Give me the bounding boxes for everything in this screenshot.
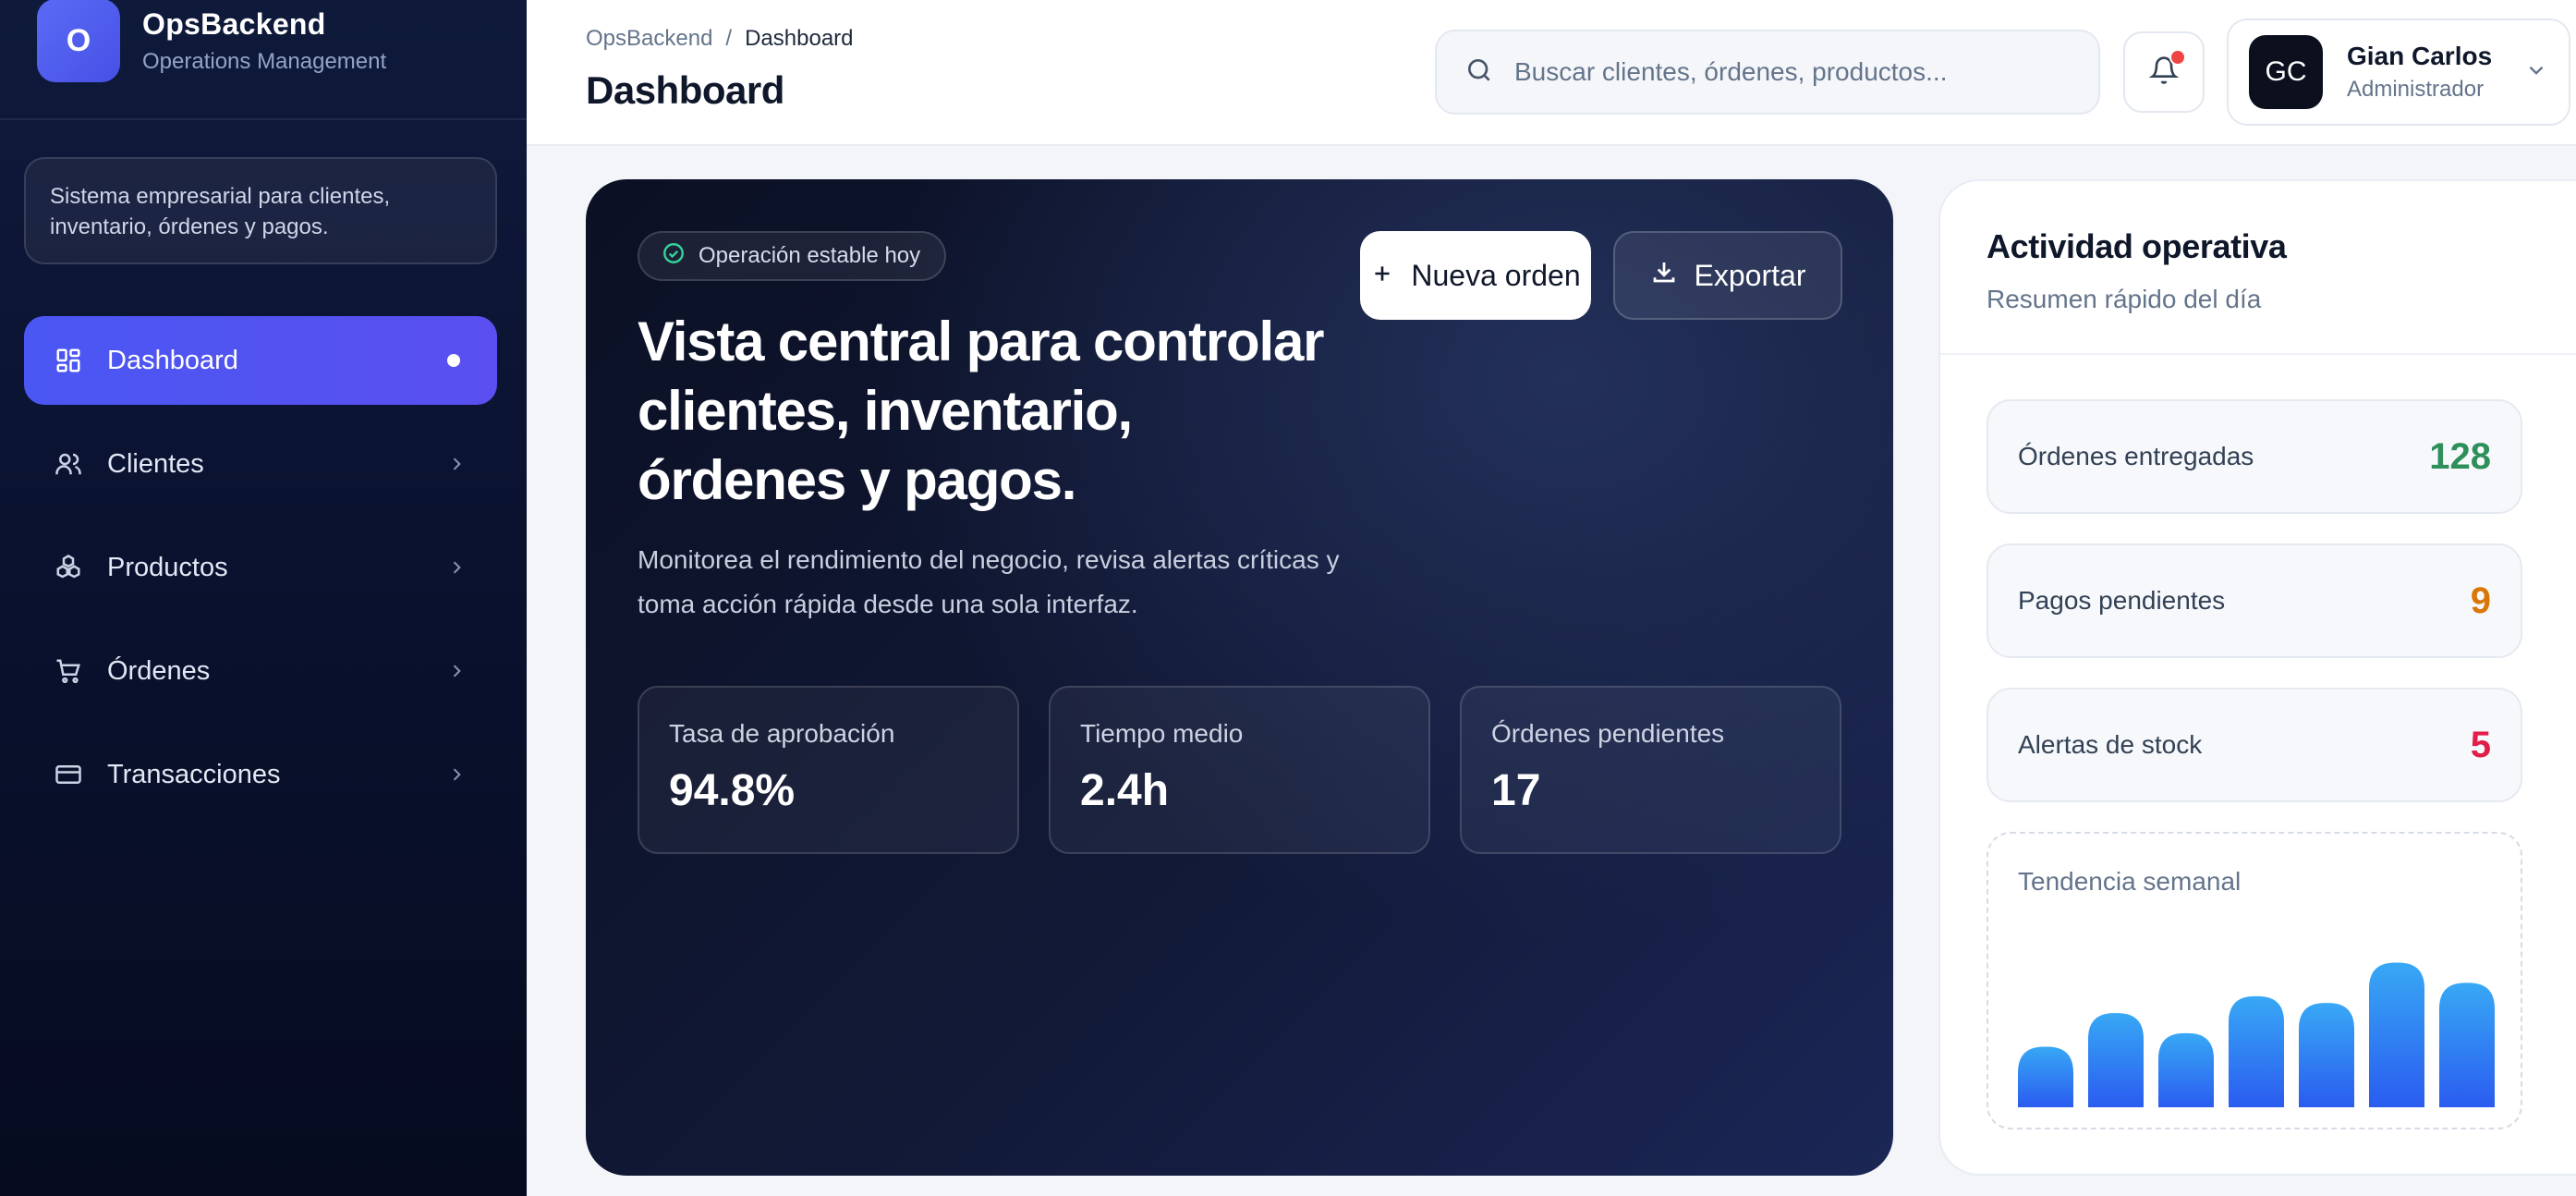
kpi-label: Órdenes pendientes	[1491, 719, 1725, 748]
trend-bar	[2229, 995, 2284, 1107]
stat-label: Alertas de stock	[2018, 730, 2203, 759]
panel-divider	[1940, 353, 2576, 355]
kpi-value: 2.4h	[1080, 766, 1170, 815]
sidebar-item-label: Productos	[107, 552, 228, 582]
trend-bar	[2299, 1003, 2354, 1107]
kpi-row: Tasa de aprobación 94.8% Tiempo medio 2.…	[638, 686, 1841, 854]
stat-value: 128	[2429, 435, 2491, 477]
sidebar-item-transacciones[interactable]: Transacciones	[24, 730, 497, 819]
brand[interactable]: O OpsBackend Operations Management	[37, 0, 386, 118]
sidebar-item-label: Transacciones	[107, 759, 281, 789]
sidebar-divider	[0, 118, 527, 120]
trend-bar	[2018, 1046, 2073, 1107]
status-badge-label: Operación estable hoy	[699, 243, 921, 268]
plus-icon	[1370, 259, 1394, 293]
sidebar-item-clientes[interactable]: Clientes	[24, 420, 497, 508]
user-name: Gian Carlos	[2347, 42, 2493, 70]
stat-delivered-orders: Órdenes entregadas 128	[1987, 399, 2522, 514]
stat-value: 9	[2470, 580, 2491, 621]
brand-subtitle: Operations Management	[142, 48, 387, 74]
hero-title: Vista central para controlar clientes, i…	[638, 311, 1324, 511]
user-menu[interactable]: GC Gian Carlos Administrador	[2227, 18, 2570, 126]
stat-value: 5	[2470, 724, 2491, 765]
breadcrumb-separator: /	[725, 26, 733, 51]
kpi-label: Tiempo medio	[1080, 719, 1244, 748]
check-circle-icon	[662, 241, 686, 272]
users-icon	[54, 449, 83, 479]
trend-title: Tendencia semanal	[2018, 867, 2242, 896]
download-icon	[1650, 258, 1678, 293]
kpi-value: 17	[1491, 766, 1541, 815]
activity-subtitle: Resumen rápido del día	[1987, 285, 2262, 313]
page-title: Dashboard	[586, 68, 784, 112]
avatar: GC	[2249, 35, 2323, 109]
cart-icon	[54, 656, 83, 686]
kpi-card-average-time: Tiempo medio 2.4h	[1049, 686, 1430, 854]
topbar: OpsBackend / Dashboard Dashboard GC Gian…	[527, 0, 2576, 146]
search-icon	[1464, 55, 1494, 90]
system-description: Sistema empresarial para clientes, inven…	[24, 157, 497, 264]
brand-logo: O	[37, 0, 120, 82]
sidebar-item-label: Clientes	[107, 448, 204, 479]
notifications-button[interactable]	[2123, 31, 2205, 113]
hero-card: Operación estable hoy Nueva orden Export…	[586, 179, 1893, 1176]
hero-description: Monitorea el rendimiento del negocio, re…	[638, 545, 1340, 618]
status-badge: Operación estable hoy	[638, 231, 947, 281]
chevron-right-icon	[445, 556, 468, 579]
grid-icon	[54, 346, 83, 375]
card-icon	[54, 760, 83, 789]
export-button[interactable]: Exportar	[1613, 231, 1842, 320]
active-dot	[447, 354, 460, 367]
user-role: Administrador	[2347, 77, 2485, 102]
sidebar-item-ordenes[interactable]: Órdenes	[24, 627, 497, 715]
activity-panel: Actividad operativa Resumen rápido del d…	[1938, 179, 2576, 1176]
trend-bar	[2088, 1013, 2144, 1107]
breadcrumb: OpsBackend / Dashboard	[586, 26, 854, 52]
stat-label: Pagos pendientes	[2018, 586, 2226, 615]
kpi-card-approval-rate: Tasa de aprobación 94.8%	[638, 686, 1019, 854]
brand-name: OpsBackend	[142, 6, 326, 41]
search-input[interactable]	[1514, 57, 2069, 87]
chevron-right-icon	[445, 763, 468, 786]
boxes-icon	[54, 553, 83, 582]
new-order-label: Nueva orden	[1411, 258, 1581, 292]
sidebar-item-dashboard[interactable]: Dashboard	[24, 316, 497, 405]
breadcrumb-root[interactable]: OpsBackend	[586, 26, 712, 52]
trend-bar	[2439, 982, 2495, 1107]
kpi-label: Tasa de aprobación	[669, 719, 895, 748]
export-label: Exportar	[1694, 258, 1806, 292]
trend-bar	[2158, 1032, 2214, 1107]
notification-badge	[2169, 49, 2186, 66]
stat-stock-alerts: Alertas de stock 5	[1987, 688, 2522, 802]
stat-pending-payments: Pagos pendientes 9	[1987, 543, 2522, 658]
weekly-trend-chart	[2018, 962, 2495, 1107]
stat-label: Órdenes entregadas	[2018, 442, 2254, 470]
kpi-value: 94.8%	[669, 766, 796, 815]
sidebar: O OpsBackend Operations Management Siste…	[0, 0, 527, 1196]
trend-bar	[2369, 962, 2424, 1107]
search-box[interactable]	[1435, 30, 2100, 115]
sidebar-nav: Dashboard Clientes Productos Órdenes Tra…	[24, 316, 497, 834]
breadcrumb-current: Dashboard	[745, 26, 854, 51]
new-order-button[interactable]: Nueva orden	[1360, 231, 1591, 320]
kpi-card-pending-orders: Órdenes pendientes 17	[1460, 686, 1841, 854]
chevron-right-icon	[445, 453, 468, 475]
sidebar-item-label: Órdenes	[107, 655, 211, 686]
sidebar-item-label: Dashboard	[107, 345, 238, 375]
sidebar-item-productos[interactable]: Productos	[24, 523, 497, 612]
chevron-down-icon	[2524, 58, 2548, 87]
activity-title: Actividad operativa	[1987, 227, 2287, 265]
weekly-trend-card: Tendencia semanal	[1987, 832, 2522, 1129]
chevron-right-icon	[445, 660, 468, 682]
